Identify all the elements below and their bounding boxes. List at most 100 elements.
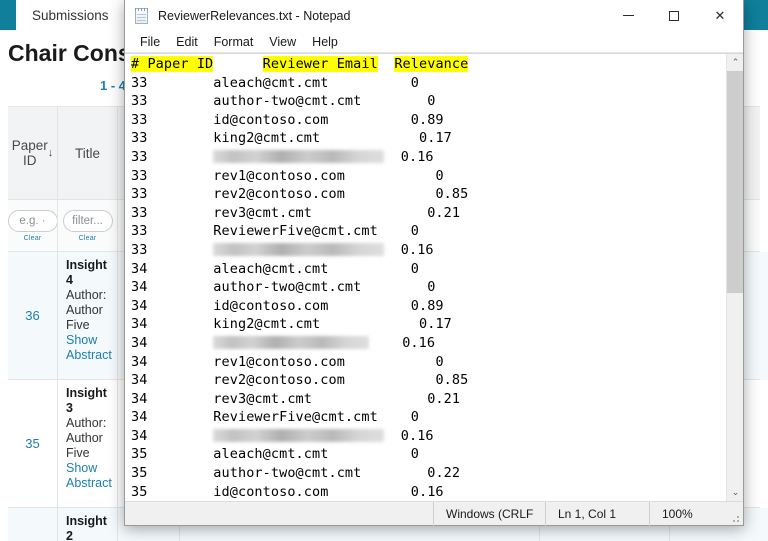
cell-author-name: Author Five (66, 431, 103, 460)
relevance-value: 0.16 (410, 483, 444, 500)
redacted-email (213, 243, 385, 257)
vertical-scrollbar[interactable]: ⌃ ⌄ (726, 54, 743, 501)
notepad-data-line: 34 king2@cmt.cmt 0.17 (131, 316, 452, 333)
notepad-menu-bar: File Edit Format View Help (125, 31, 743, 53)
cell-paper-id: 35 (8, 380, 58, 508)
header-col-reviewer-email: Reviewer Email (262, 56, 378, 72)
menu-format[interactable]: Format (206, 33, 262, 51)
notepad-data-line: 33 rev1@contoso.com 0 (131, 167, 444, 184)
notepad-data-line: 34 0.16 (131, 427, 434, 444)
notepad-data-line: 34 aleach@cmt.cmt 0 (131, 260, 419, 277)
notepad-data-line: 33 0.16 (131, 241, 434, 258)
filter-cell-paper-id: e.g. · Clear (8, 200, 58, 252)
minimize-button[interactable] (605, 0, 651, 31)
menu-edit[interactable]: Edit (168, 33, 206, 51)
relevance-value: 0 (410, 446, 419, 463)
filter-cell-title: filter... Clear (58, 200, 118, 252)
filter-input-title[interactable]: filter... (62, 209, 113, 232)
notepad-data-line: 34 ReviewerFive@cmt.cmt 0 (131, 409, 419, 426)
resize-grip-icon[interactable] (727, 502, 743, 526)
notepad-data-line: 34 rev1@contoso.com 0 (131, 353, 444, 370)
sort-descending-icon: ↓ (47, 147, 54, 159)
scroll-down-icon[interactable]: ⌄ (727, 484, 743, 501)
relevance-value: 0.17 (418, 130, 452, 147)
notepad-title-bar[interactable]: ReviewerRelevances.txt - Notepad ✕ (125, 0, 743, 31)
redacted-email (213, 150, 385, 164)
notepad-text-area[interactable]: # Paper ID Reviewer Email Relevance 33 al… (125, 54, 726, 501)
relevance-value: 0.85 (435, 186, 469, 203)
relevance-value: 0 (410, 260, 419, 277)
notepad-data-line: 33 ReviewerFive@cmt.cmt 0 (131, 223, 419, 240)
maximize-button[interactable] (651, 0, 697, 31)
redacted-email (213, 336, 370, 350)
notepad-data-line: 34 0.16 (131, 334, 436, 351)
cell-title: Insight 4 Author: Author Five Show Abstr… (58, 252, 118, 380)
relevance-value: 0.16 (400, 427, 434, 444)
notepad-body: # Paper ID Reviewer Email Relevance 33 al… (125, 53, 743, 501)
notepad-data-line: 34 id@contoso.com 0.89 (131, 297, 444, 314)
tab-submissions-label: Submissions (32, 7, 109, 23)
notepad-data-line: 33 0.16 (131, 148, 434, 165)
menu-file[interactable]: File (132, 33, 168, 51)
menu-help[interactable]: Help (304, 33, 346, 51)
relevance-value: 0.21 (427, 390, 461, 407)
header-col-paper-id: # Paper ID (131, 56, 214, 72)
cell-title-text: Insight 3 (66, 386, 107, 415)
close-icon: ✕ (714, 8, 726, 23)
notepad-header-line: # Paper ID Reviewer Email Relevance (131, 55, 726, 74)
cell-title-text: Insight 2 (66, 514, 107, 541)
status-encoding: Windows (CRLF (433, 501, 545, 526)
filter-clear-paper-id[interactable]: Clear (24, 235, 42, 242)
relevance-value: 0.89 (410, 111, 444, 128)
notepad-data-line: 34 rev3@cmt.cmt 0.21 (131, 390, 461, 407)
cell-title-text: Insight 4 (66, 258, 107, 287)
show-abstract-link[interactable]: Show Abstract (66, 461, 112, 491)
cell-author-label: Author: (66, 416, 107, 430)
menu-view[interactable]: View (261, 33, 304, 51)
column-header-title[interactable]: Title (58, 106, 118, 200)
maximize-icon (669, 10, 679, 21)
relevance-value: 0.17 (418, 316, 452, 333)
notepad-window: ReviewerRelevances.txt - Notepad ✕ File … (124, 0, 744, 526)
filter-clear-title[interactable]: Clear (79, 235, 97, 242)
notepad-data-line: 35 id@contoso.com 0.16 (131, 483, 444, 500)
notepad-data-line: 33 aleach@cmt.cmt 0 (131, 74, 419, 91)
notepad-data-line: 34 rev2@contoso.com 0.85 (131, 372, 469, 389)
relevance-value: 0.21 (427, 204, 461, 221)
redacted-email (213, 429, 385, 443)
cell-paper-id: 36 (8, 252, 58, 380)
notepad-status-bar: Windows (CRLF Ln 1, Col 1 100% (125, 501, 743, 526)
relevance-value: 0 (427, 279, 436, 296)
notepad-data-line: 33 rev2@contoso.com 0.85 (131, 186, 469, 203)
notepad-data-line: 34 author-two@cmt.cmt 0 (131, 279, 436, 296)
scrollbar-thumb[interactable] (727, 71, 743, 293)
close-button[interactable]: ✕ (697, 0, 743, 31)
cell-author-label: Author: (66, 288, 107, 302)
relevance-value: 0.16 (400, 241, 434, 258)
cell-title: Insight 3 Author: Author Five Show Abstr… (58, 380, 118, 508)
relevance-value: 0.16 (402, 334, 436, 351)
scroll-up-icon[interactable]: ⌃ (727, 54, 743, 71)
column-header-paper-id[interactable]: Paper ID ↓ (8, 106, 58, 200)
filter-input-paper-id[interactable]: e.g. · (8, 209, 57, 232)
minimize-icon (622, 15, 634, 16)
relevance-value: 0 (435, 353, 444, 370)
notepad-title-text: ReviewerRelevances.txt - Notepad (158, 8, 351, 23)
notepad-icon (134, 7, 150, 24)
show-abstract-link[interactable]: Show Abstract (66, 333, 112, 363)
notepad-data-line: 33 king2@cmt.cmt 0.17 (131, 130, 452, 147)
result-range-label: 1 - 4 (100, 78, 127, 93)
relevance-value: 0.22 (427, 465, 461, 482)
window-controls: ✕ (605, 0, 743, 31)
tab-submissions[interactable]: Submissions (16, 0, 125, 30)
relevance-value: 0.16 (400, 148, 434, 165)
relevance-value: 0.89 (410, 297, 444, 314)
relevance-value: 0 (410, 74, 419, 91)
relevance-value: 0 (435, 167, 444, 184)
cell-paper-id (8, 508, 58, 541)
cell-title: Insight 2 (58, 508, 118, 541)
relevance-value: 0 (410, 409, 419, 426)
relevance-value: 0.85 (435, 372, 469, 389)
notepad-data-line: 33 rev3@cmt.cmt 0.21 (131, 204, 461, 221)
cell-author-name: Author Five (66, 303, 103, 332)
